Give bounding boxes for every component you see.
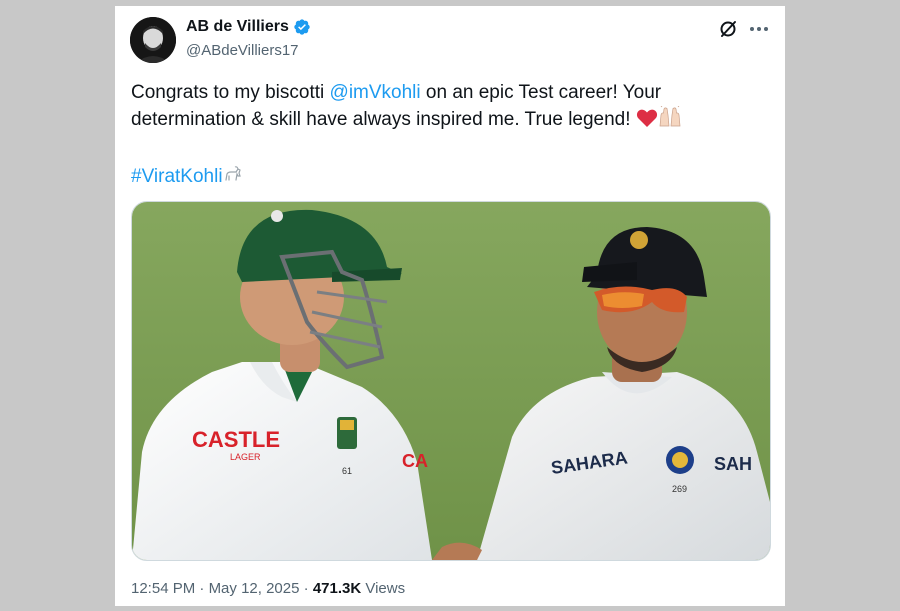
tweet-body: Congrats to my biscotti @imVkohli on an … (131, 79, 761, 136)
grok-icon[interactable] (718, 19, 738, 39)
svg-text:LAGER: LAGER (230, 452, 261, 462)
tweet-text: Congrats to my biscotti @imVkohli on an … (131, 79, 761, 193)
mention-link[interactable]: @imVkohli (330, 82, 421, 103)
tweet-text-prefix: Congrats to my biscotti (131, 82, 330, 103)
svg-text:CASTLE: CASTLE (192, 427, 280, 452)
author-handle[interactable]: @ABdeVilliers17 (186, 42, 299, 59)
author-avatar[interactable] (130, 17, 176, 63)
views-label: Views (365, 580, 406, 597)
author-name[interactable]: AB de Villiers (186, 18, 289, 36)
red-heart-icon (636, 108, 658, 136)
more-options-icon[interactable] (748, 19, 770, 39)
tweet-media-photo[interactable]: CASTLE LAGER 61 CA SAHARA 269 SAH (131, 201, 771, 561)
tweet-time[interactable]: 12:54 PM (131, 580, 195, 597)
goat-icon (223, 165, 243, 193)
svg-text:SAH: SAH (714, 454, 752, 474)
hashtag-line: #ViratKohli (131, 163, 761, 193)
hashtag-link[interactable]: #ViratKohli (131, 166, 223, 187)
meta-separator: · (199, 580, 205, 597)
avatar-image (130, 17, 176, 63)
views-count: 471.3K (312, 580, 362, 597)
meta-separator: · (303, 580, 309, 597)
svg-text:CA: CA (402, 451, 428, 471)
tweet-meta: 12:54 PM · May 12, 2025 · 471.3K Views (131, 580, 405, 597)
photo-two-cricketers: CASTLE LAGER 61 CA SAHARA 269 SAH (132, 202, 770, 560)
tweet-card: AB de Villiers @ABdeVilliers17 Congrats … (115, 6, 785, 606)
svg-text:61: 61 (342, 466, 352, 476)
raising-hands-icon (658, 105, 682, 136)
verified-badge-icon[interactable] (293, 18, 311, 36)
tweet-date[interactable]: May 12, 2025 (209, 580, 300, 597)
svg-text:269: 269 (672, 484, 687, 494)
